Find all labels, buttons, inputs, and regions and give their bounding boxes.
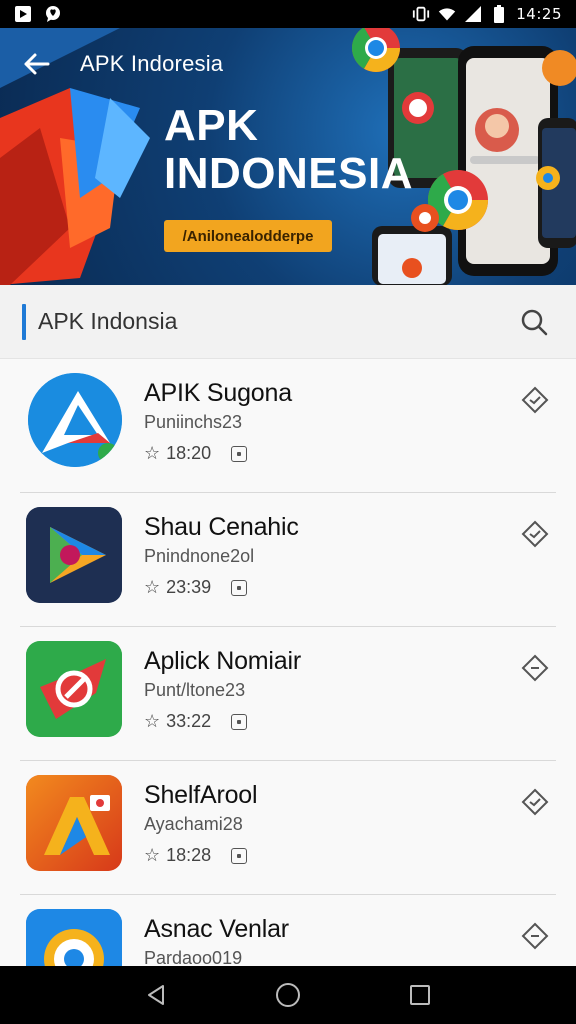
nav-back-button[interactable]: [136, 975, 176, 1015]
tag-icon: [231, 847, 248, 864]
app-developer: Punt/ltone23: [144, 680, 246, 700]
install-button[interactable]: [518, 919, 552, 953]
app-developer: Pardaoo019: [144, 948, 243, 966]
status-bar: 14:25: [0, 0, 576, 28]
hero-headline-line2: INDONESIA: [164, 149, 413, 198]
tag-icon: [231, 445, 248, 462]
chat-bubble-icon: [44, 5, 62, 23]
navigation-bar: [0, 966, 576, 1024]
app-rating: 18:20: [166, 443, 212, 463]
app-icon: [26, 507, 122, 603]
app-name: Aplick Nomiair: [144, 647, 301, 675]
app-rating: 23:39: [166, 577, 212, 597]
app-icon: [26, 909, 122, 966]
search-button[interactable]: [514, 302, 554, 342]
app-developer: Puniinchs23: [144, 412, 243, 432]
app-developer: Ayachami28: [144, 814, 243, 834]
list-item[interactable]: Asnac Venlar Pardaoo019: [20, 895, 556, 966]
list-item[interactable]: Shau Cenahic Pnindnone2ol ☆ 23:39: [20, 493, 556, 627]
tag-icon: [231, 579, 248, 596]
triangle-back-icon: [144, 983, 168, 1007]
app-rating: 33:22: [166, 711, 212, 731]
app-rating: 18:28: [166, 845, 212, 865]
tag-icon: [231, 713, 248, 730]
cell-signal-icon: [464, 5, 482, 23]
nav-home-button[interactable]: [268, 975, 308, 1015]
app-bar-title: APK Indoresia: [80, 51, 224, 76]
app-icon: [26, 775, 122, 871]
diamond-check-icon: [521, 386, 549, 414]
search-icon: [520, 308, 548, 336]
diamond-icon: [521, 922, 549, 950]
app-list: APIK Sugona Puniinchs23 ☆ 18:20 Shau Cen…: [0, 359, 576, 966]
star-icon: ☆: [144, 845, 161, 865]
hero-banner: APK Indoresia APK INDONESIA /Anilonealod…: [0, 28, 576, 285]
install-button[interactable]: [518, 651, 552, 685]
app-meta: ☆ 18:28: [144, 845, 248, 866]
list-item[interactable]: APIK Sugona Puniinchs23 ☆ 18:20: [20, 359, 556, 493]
install-button[interactable]: [518, 517, 552, 551]
star-icon: ☆: [144, 443, 161, 463]
battery-icon: [490, 5, 508, 23]
diamond-icon: [521, 654, 549, 682]
install-button[interactable]: [518, 383, 552, 417]
arrow-left-icon[interactable]: [20, 48, 52, 80]
star-icon: ☆: [144, 577, 161, 597]
hero-headline: APK INDONESIA: [164, 102, 413, 198]
diamond-check-icon: [521, 520, 549, 548]
app-developer: Pnindnone2ol: [144, 546, 255, 566]
wifi-icon: [438, 5, 456, 23]
media-icon: [14, 5, 32, 23]
hero-headline-line1: APK: [164, 101, 259, 150]
hero-chip[interactable]: /Anilonealodderpe: [164, 220, 332, 252]
app-name: Asnac Venlar: [144, 915, 289, 943]
app-meta: ☆ 33:22: [144, 711, 248, 732]
app-name: Shau Cenahic: [144, 513, 299, 541]
install-button[interactable]: [518, 785, 552, 819]
circle-home-icon: [275, 982, 301, 1008]
app-icon: [28, 373, 122, 467]
app-bar: APK Indoresia: [0, 28, 576, 100]
nav-recents-button[interactable]: [400, 975, 440, 1015]
vibrate-icon: [412, 5, 430, 23]
section-header: APK Indonsia: [0, 285, 576, 359]
section-accent-bar: [22, 303, 26, 340]
list-item[interactable]: Aplick Nomiair Punt/ltone23 ☆ 33:22: [20, 627, 556, 761]
app-meta: ☆ 18:20: [144, 443, 248, 464]
square-recents-icon: [409, 984, 431, 1006]
app-icon: [26, 641, 122, 737]
app-meta: ☆ 23:39: [144, 577, 248, 598]
diamond-check-icon: [521, 788, 549, 816]
app-name: ShelfArool: [144, 781, 258, 809]
list-item[interactable]: ShelfArool Ayachami28 ☆ 18:28: [20, 761, 556, 895]
status-time: 14:25: [516, 5, 562, 23]
star-icon: ☆: [144, 711, 161, 731]
app-name: APIK Sugona: [144, 379, 292, 407]
section-title: APK Indonsia: [38, 308, 178, 334]
